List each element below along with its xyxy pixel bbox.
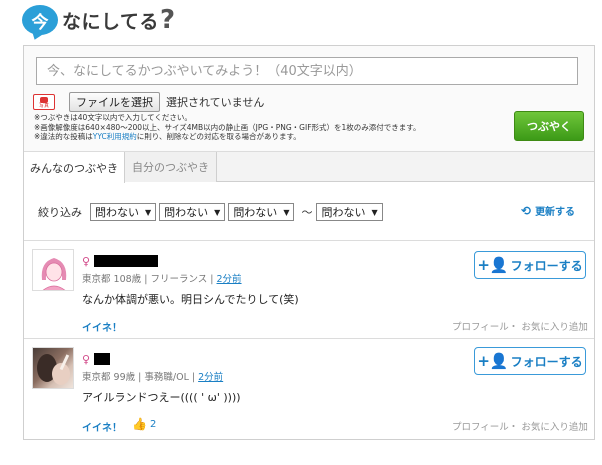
profile-favorite-links[interactable]: プロフィール・ お気に入り追加 <box>452 419 588 433</box>
file-status: 選択されていません <box>166 96 265 109</box>
logo-question-mark: ? <box>159 5 176 35</box>
add-user-icon: +👤 <box>477 352 509 370</box>
like-button[interactable]: イイネ！ <box>82 319 122 334</box>
note-suffix: に則り、削除などの対応を取る場合があります。 <box>136 132 301 141</box>
select-value: 問わない <box>233 206 278 219</box>
note-prefix: ※違法的な投稿は <box>34 132 93 141</box>
select-value: 問わない <box>321 206 366 219</box>
status-input[interactable] <box>36 57 578 85</box>
refresh-icon: ⟲ <box>521 203 532 218</box>
gender-icon: ♀ <box>82 255 91 268</box>
logo-bubble-icon: 今 <box>22 5 58 35</box>
entry-meta: 東京都 99歳 | 事務職/OL | 2分前 <box>82 372 224 383</box>
like-count: 2 <box>150 419 157 430</box>
job: フリーランス <box>150 274 208 285</box>
filter-select-age-min[interactable]: 問わない ▼ <box>228 203 295 221</box>
refresh-label: 更新する <box>535 207 576 218</box>
note-line: ※つぶやきは40文字以内で入力してください。 <box>34 113 192 122</box>
tab-everyone[interactable]: みんなのつぶやき <box>24 152 125 183</box>
redacted-username <box>94 255 158 267</box>
attachment-row: 写真 ファイルを選択 選択されていません <box>33 92 264 112</box>
posting-notes: ※つぶやきは40文字以内で入力してください。 ※画像解像度は640×480～20… <box>34 113 421 142</box>
age: 99歳 <box>113 372 136 383</box>
timeline-entry: ♀ 東京都 99歳 | 事務職/OL | 2分前 アイルランドつえー(((( '… <box>24 338 594 439</box>
filter-select-age-max[interactable]: 問わない ▼ <box>316 203 383 221</box>
filter-select-area[interactable]: 問わない ▼ <box>90 203 157 221</box>
post-time[interactable]: 2分前 <box>217 274 242 285</box>
location: 東京都 <box>82 274 111 285</box>
filter-select-job[interactable]: 問わない ▼ <box>159 203 226 221</box>
profile-favorite-links[interactable]: プロフィール・ お気に入り追加 <box>452 319 588 333</box>
photo-icon: 写真 <box>33 94 55 110</box>
thumbs-up-icon[interactable]: 👍 <box>132 417 147 431</box>
filter-label: 絞り込み <box>38 206 82 219</box>
dropdown-arrow-icon: ▼ <box>283 207 290 217</box>
dropdown-arrow-icon: ▼ <box>371 207 378 217</box>
follow-label: フォローする <box>510 258 583 273</box>
add-user-icon: +👤 <box>477 256 509 274</box>
gender-icon: ♀ <box>82 353 91 366</box>
app-header: 今 なにしてる ? <box>22 2 175 38</box>
like-button[interactable]: イイネ！ <box>82 419 122 434</box>
compose-area: 写真 ファイルを選択 選択されていません ※つぶやきは40文字以内で入力してくだ… <box>24 46 594 152</box>
logo-text: なにしてる <box>62 10 159 33</box>
select-value: 問わない <box>95 206 139 219</box>
timeline-entry: ♀ 東京都 108歳 | フリーランス | 2分前 なんか体調が悪い。明日シんで… <box>24 240 594 338</box>
entry-meta: 東京都 108歳 | フリーランス | 2分前 <box>82 274 242 285</box>
location: 東京都 <box>82 372 111 383</box>
tab-bar: みんなのつぶやき 自分のつぶやき <box>24 152 594 183</box>
post-text: なんか体調が悪い。明日シんでたりして(笑) <box>82 293 299 306</box>
logo-badge: 今 <box>31 12 49 33</box>
post-button[interactable]: つぶやく <box>514 111 584 141</box>
terms-link[interactable]: YYC利用規約 <box>93 132 137 141</box>
follow-button[interactable]: +👤 フォローする <box>474 251 586 279</box>
dropdown-arrow-icon: ▼ <box>145 207 152 217</box>
avatar[interactable] <box>32 249 74 291</box>
job: 事務職/OL <box>144 372 189 383</box>
post-text: アイルランドつえー(((( ' ω' )))) <box>82 391 241 404</box>
photo-icon-label: 写真 <box>38 103 49 109</box>
file-select-button[interactable]: ファイルを選択 <box>69 92 160 112</box>
note-line: ※画像解像度は640×480～200以上、サイズ4MB以内の静止画（JPG・PN… <box>34 122 421 132</box>
post-time[interactable]: 2分前 <box>198 372 223 383</box>
follow-button[interactable]: +👤 フォローする <box>474 347 586 375</box>
avatar[interactable] <box>32 347 74 389</box>
age: 108歳 <box>113 274 142 285</box>
range-tilde: ～ <box>301 206 313 219</box>
note-line: ※違法的な投稿はYYC利用規約に則り、削除などの対応を取る場合があります。 <box>34 132 421 142</box>
follow-label: フォローする <box>510 354 583 369</box>
select-value: 問わない <box>164 206 209 219</box>
refresh-link[interactable]: ⟲ 更新する <box>521 203 576 219</box>
avatar-photo <box>37 354 70 385</box>
tab-mine[interactable]: 自分のつぶやき <box>125 152 217 182</box>
redacted-username <box>94 353 110 365</box>
filter-row: 絞り込み 問わない ▼ 問わない ▼ 問わない ▼ ～ 問わない ▼ <box>38 203 386 221</box>
timeline-panel: 写真 ファイルを選択 選択されていません ※つぶやきは40文字以内で入力してくだ… <box>23 45 595 440</box>
dropdown-arrow-icon: ▼ <box>214 207 221 217</box>
avatar-illustration <box>41 258 67 290</box>
